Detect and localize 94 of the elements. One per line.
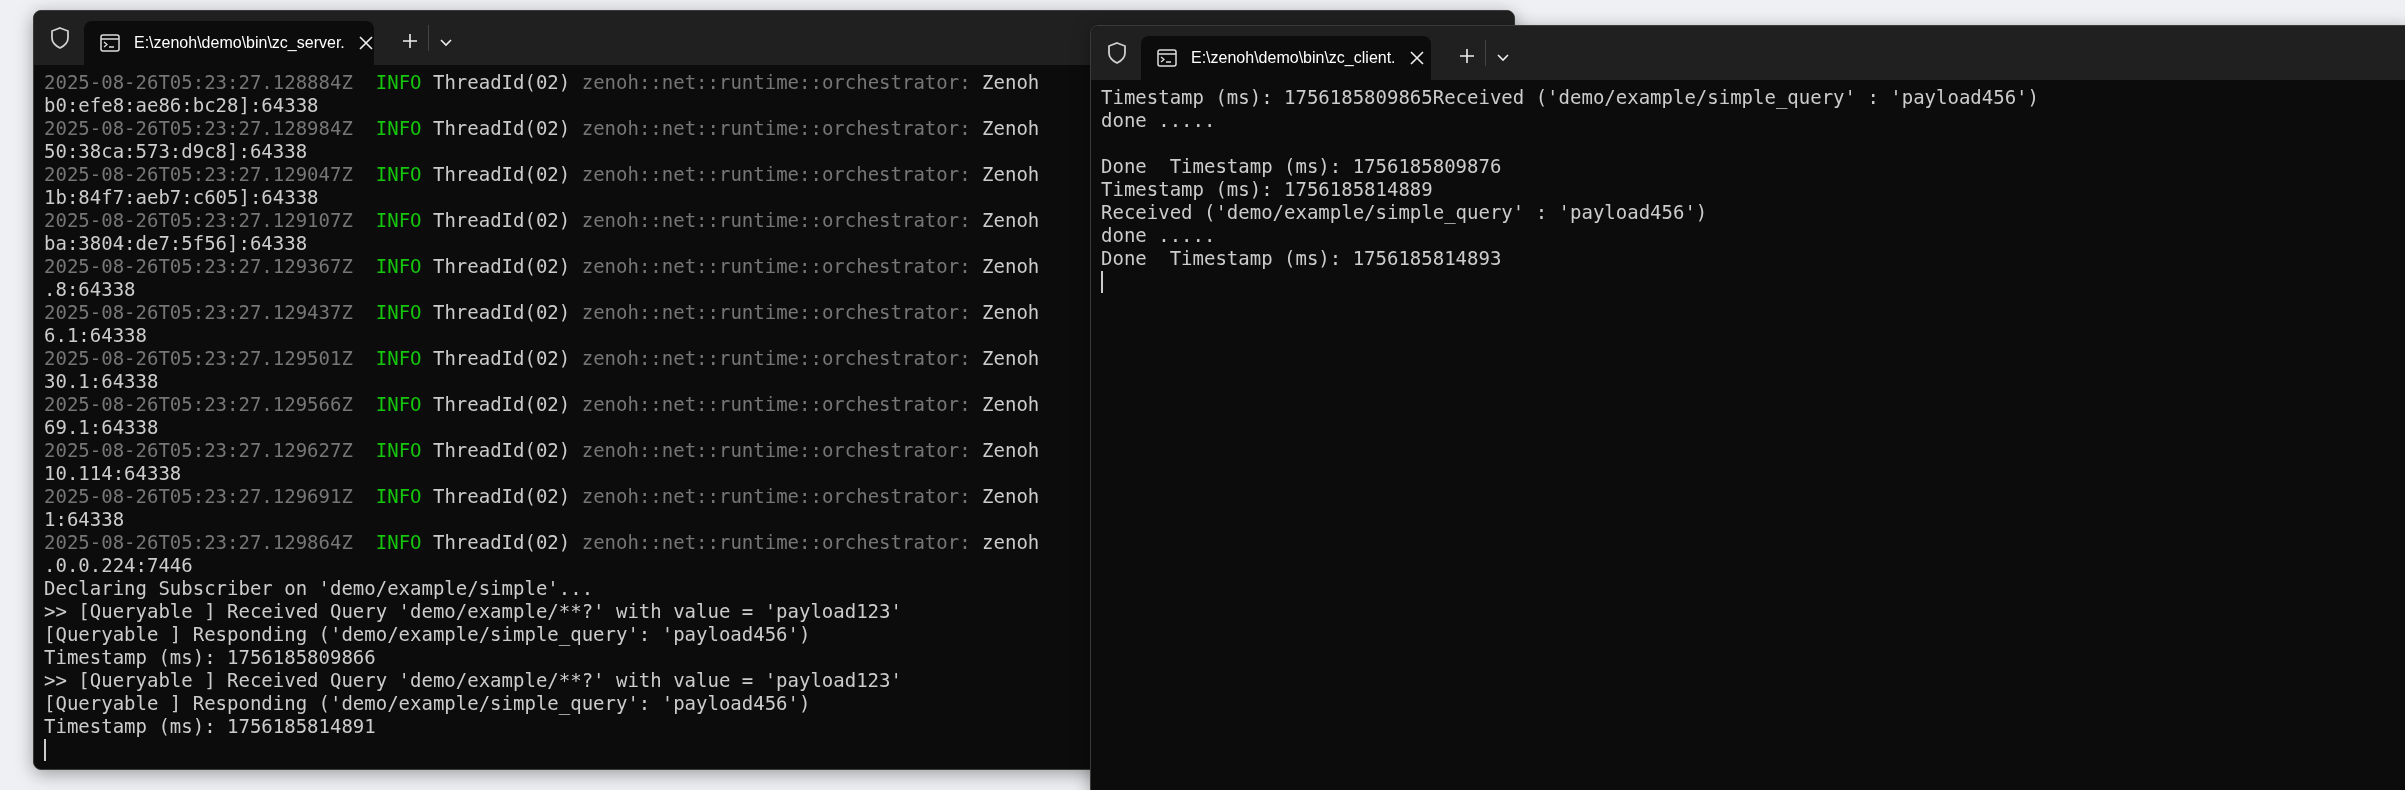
log-level: INFO [375,531,422,553]
log-target: zenoh::net::runtime::orchestrator: [581,531,971,553]
log-continuation: 69.1:64338 [44,416,159,438]
output-line: Declaring Subscriber on 'demo/example/simple'... [44,577,594,599]
plus-icon [402,33,418,49]
thread-id: ThreadId(02) [432,485,571,507]
output-line: [Queryable ] Responding ('demo/example/simple_query': 'payload456') [44,623,811,645]
close-icon[interactable] [358,36,373,50]
log-message: Zenoh [982,71,1040,93]
plus-icon [1459,48,1475,64]
log-level: INFO [375,71,422,93]
tab-title: E:\zenoh\demo\bin\zc_client. [1191,49,1396,67]
output-line: Timestamp (ms): 1756185814891 [44,715,376,737]
log-message: Zenoh [982,439,1040,461]
log-level: INFO [375,209,422,231]
log-continuation: b0:efe8:ae86:bc28]:64338 [44,94,319,116]
output-line: Timestamp (ms): 1756185814889 [1101,178,1433,200]
log-level: INFO [375,117,422,139]
log-level: INFO [375,255,422,277]
log-continuation: 50:38ca:573:d9c8]:64338 [44,140,308,162]
thread-id: ThreadId(02) [432,393,571,415]
output-line: Timestamp (ms): 1756185809865Received ('demo/example/simple_query' : 'payload456') [1101,86,2039,108]
log-target: zenoh::net::runtime::orchestrator: [581,393,971,415]
output-line: Received ('demo/example/simple_query' : 'payload456') [1101,201,1708,223]
terminal-icon [100,34,120,52]
tab-title: E:\zenoh\demo\bin\zc_server. [134,34,345,52]
thread-id: ThreadId(02) [432,163,571,185]
log-level: INFO [375,347,422,369]
log-continuation: 10.114:64338 [44,462,182,484]
log-target: zenoh::net::runtime::orchestrator: [581,163,971,185]
log-message: Zenoh [982,393,1040,415]
thread-id: ThreadId(02) [432,209,571,231]
log-timestamp: 2025-08-26T05:23:27.129691Z [44,485,353,507]
terminal-tab[interactable]: E:\zenoh\demo\bin\zc_server. [84,21,374,65]
shield-icon[interactable] [50,27,70,49]
log-level: INFO [375,485,422,507]
log-continuation: ba:3804:de7:5f56]:64338 [44,232,308,254]
log-target: zenoh::net::runtime::orchestrator: [581,255,971,277]
thread-id: ThreadId(02) [432,439,571,461]
log-timestamp: 2025-08-26T05:23:27.129864Z [44,531,353,553]
close-icon[interactable] [1409,51,1424,65]
text-cursor [1101,271,1103,293]
thread-id: ThreadId(02) [432,255,571,277]
output-line: >> [Queryable ] Received Query 'demo/example/**?' with value = 'payload123' [44,600,902,622]
log-message: Zenoh [982,347,1040,369]
log-target: zenoh::net::runtime::orchestrator: [581,439,971,461]
thread-id: ThreadId(02) [432,301,571,323]
log-timestamp: 2025-08-26T05:23:27.129367Z [44,255,353,277]
log-target: zenoh::net::runtime::orchestrator: [581,209,971,231]
log-timestamp: 2025-08-26T05:23:27.129437Z [44,301,353,323]
log-timestamp: 2025-08-26T05:23:27.129566Z [44,393,353,415]
log-message: Zenoh [982,485,1040,507]
log-target: zenoh::net::runtime::orchestrator: [581,485,971,507]
output-line: Timestamp (ms): 1756185809866 [44,646,376,668]
log-continuation: 30.1:64338 [44,370,159,392]
log-timestamp: 2025-08-26T05:23:27.128984Z [44,117,353,139]
shield-icon[interactable] [1107,42,1127,64]
log-timestamp: 2025-08-26T05:23:27.128884Z [44,71,353,93]
log-target: zenoh::net::runtime::orchestrator: [581,301,971,323]
log-timestamp: 2025-08-26T05:23:27.129047Z [44,163,353,185]
log-level: INFO [375,301,422,323]
output-line: Done Timestamp (ms): 1756185809876 [1101,155,1502,177]
log-target: zenoh::net::runtime::orchestrator: [581,117,971,139]
log-message: Zenoh [982,209,1040,231]
output-line: done ..... [1101,224,1216,246]
log-continuation: 1:64338 [44,508,125,530]
log-level: INFO [375,393,422,415]
log-continuation: 6.1:64338 [44,324,147,346]
thread-id: ThreadId(02) [432,347,571,369]
output-line: done ..... [1101,109,1216,131]
log-message: Zenoh [982,163,1040,185]
output-line: >> [Queryable ] Received Query 'demo/example/**?' with value = 'payload123' [44,669,902,691]
log-timestamp: 2025-08-26T05:23:27.129107Z [44,209,353,231]
log-continuation: 1b:84f7:aeb7:c605]:64338 [44,186,319,208]
log-target: zenoh::net::runtime::orchestrator: [581,347,971,369]
thread-id: ThreadId(02) [432,71,571,93]
text-cursor [44,739,46,761]
log-timestamp: 2025-08-26T05:23:27.129501Z [44,347,353,369]
thread-id: ThreadId(02) [432,531,571,553]
log-message: Zenoh [982,117,1040,139]
log-target: zenoh::net::runtime::orchestrator: [581,71,971,93]
thread-id: ThreadId(02) [432,117,571,139]
terminal-tab[interactable]: E:\zenoh\demo\bin\zc_client. [1141,36,1431,80]
log-level: INFO [375,439,422,461]
log-message: zenoh [982,531,1040,553]
log-continuation: .8:64338 [44,278,136,300]
log-message: Zenoh [982,255,1040,277]
log-level: INFO [375,163,422,185]
log-message: Zenoh [982,301,1040,323]
terminal-icon [1157,49,1177,67]
log-continuation: .0.0.224:7446 [44,554,193,576]
output-line: [Queryable ] Responding ('demo/example/simple_query': 'payload456') [44,692,811,714]
output-line: Done Timestamp (ms): 1756185814893 [1101,247,1502,269]
log-timestamp: 2025-08-26T05:23:27.129627Z [44,439,353,461]
